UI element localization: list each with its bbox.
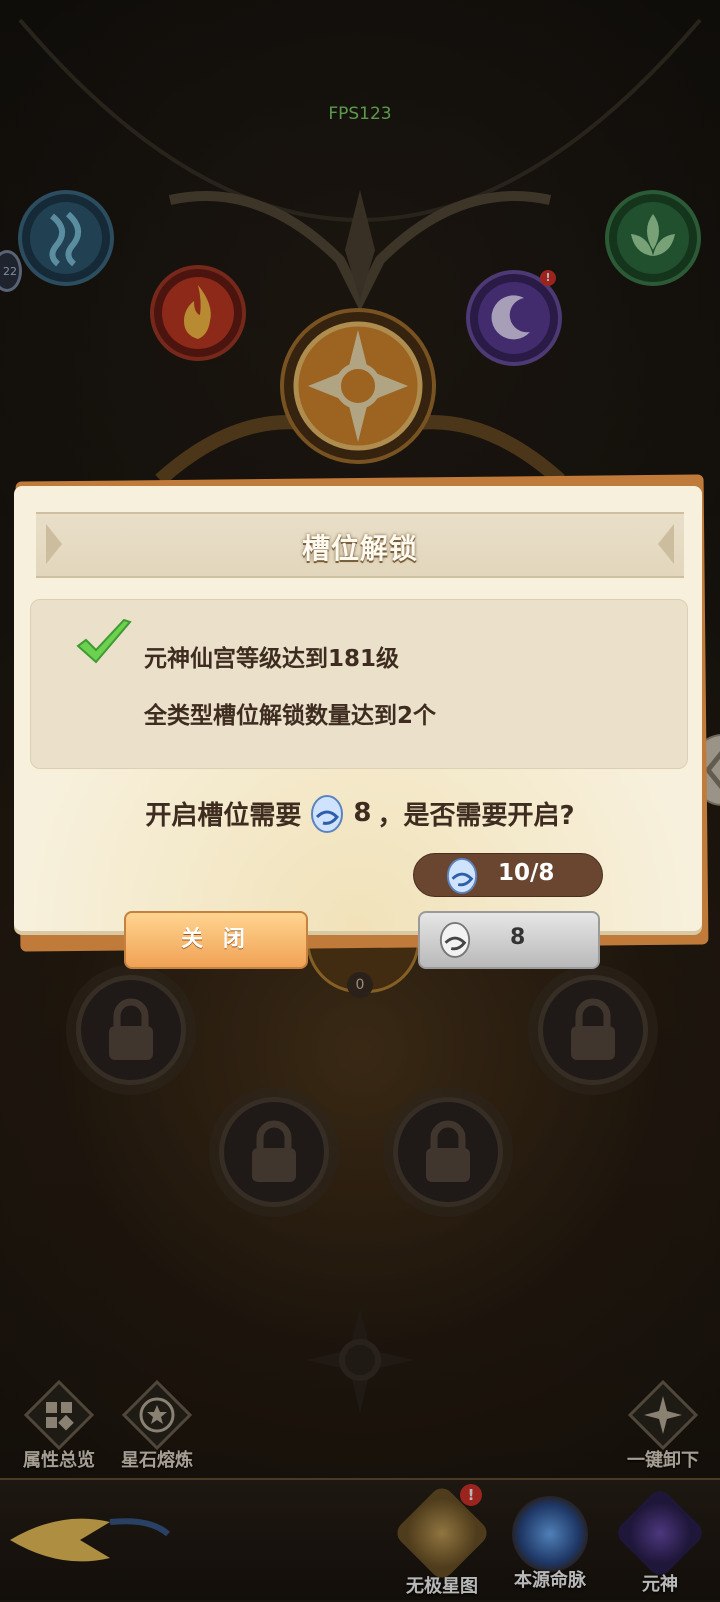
unlock-cost: 8 [510,925,526,950]
question-amount: 8 [353,798,372,828]
question-suffix: ，是否需要开启? [377,800,575,831]
close-button[interactable]: 关 闭 [124,911,308,969]
dialog-title: 槽位解锁 [301,532,418,565]
owned-count: 10/8 [498,860,555,886]
spirit-egg-icon [311,795,344,833]
spirit-egg-icon [446,858,478,894]
checkmark-icon [76,618,132,664]
condition-text: 元神仙宫等级达到181级 [144,646,400,672]
condition-text: 全类型槽位解锁数量达到2个 [144,703,437,729]
question-prefix: 开启槽位需要 [145,800,302,831]
spirit-egg-icon [439,922,471,958]
unlock-question: 开启槽位需要 8 ，是否需要开启? [0,793,720,833]
